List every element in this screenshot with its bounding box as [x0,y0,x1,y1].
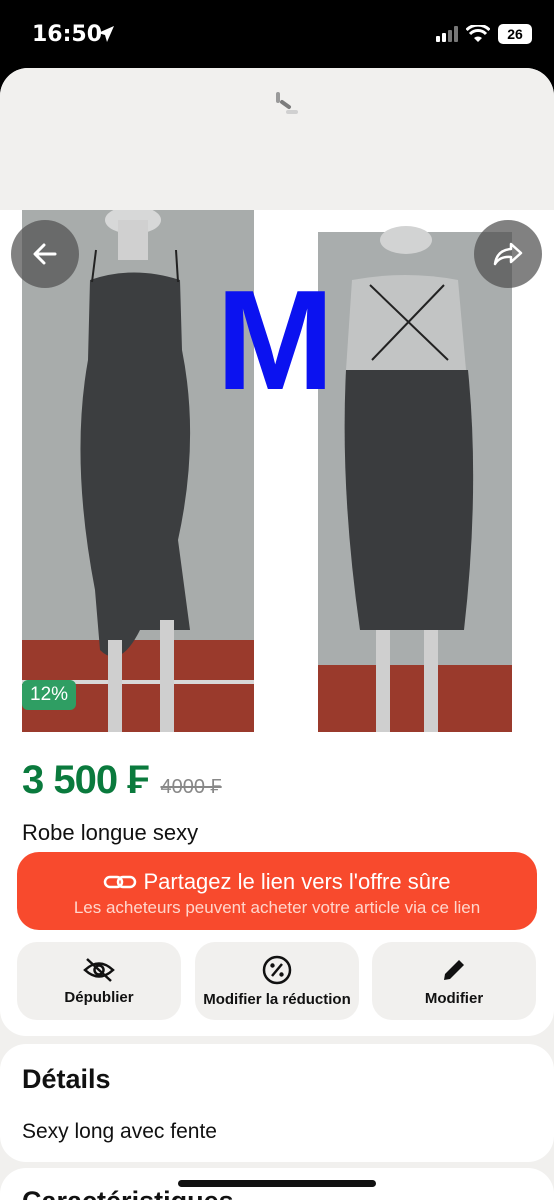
wifi-icon [466,25,490,42]
location-arrow-icon [98,26,114,42]
share-arrow-icon [493,242,523,266]
share-sublabel: Les acheteurs peuvent acheter votre arti… [73,898,481,917]
edit-label: Modifier [424,989,484,1007]
eye-off-icon [83,957,115,982]
battery-icon: 26 [498,24,532,44]
share-offer-button[interactable]: Partagez le lien vers l'offre sûre Les a… [17,852,537,930]
details-section: Détails Sexy long avec fente [0,1044,554,1162]
arrow-left-icon [33,243,57,265]
loading-spinner-icon [276,92,298,114]
status-indicators: 26 [436,24,532,44]
cellular-signal-icon [436,26,458,42]
price-row: 3 500 ₣ 4000 ₣ [22,758,222,803]
status-time: 16:50 [32,22,103,47]
current-price: 3 500 ₣ [22,758,149,802]
listing-title: Robe longue sexy [22,820,199,845]
old-price: 4000 ₣ [160,776,222,798]
characteristics-title: Caractéristiques [22,1186,234,1200]
size-overlay-text: M [216,261,335,420]
product-photo[interactable]: M 12% [0,210,554,732]
back-button[interactable] [11,220,79,288]
unpublish-label: Dépublier [64,988,134,1006]
share-label: Partagez le lien vers l'offre sûre [143,869,451,894]
home-indicator[interactable] [178,1180,376,1187]
details-title: Détails [22,1064,111,1094]
unpublish-button[interactable]: Dépublier [17,942,181,1020]
listing-sheet: M 12% 3 500 ₣ 4000 ₣ Robe longue sexy Pa… [0,68,554,1200]
edit-discount-button[interactable]: Modifier la réduction [195,942,359,1020]
edit-button[interactable]: Modifier [372,942,536,1020]
discount-badge: 12% [22,680,77,710]
edit-discount-label: Modifier la réduction [203,990,351,1008]
link-icon [104,875,137,889]
details-description: Sexy long avec fente [22,1120,217,1143]
sheet-header [0,68,554,210]
percent-icon [262,955,292,984]
share-icon-button[interactable] [474,220,542,288]
pencil-icon [444,959,464,980]
status-bar: 16:50 26 [0,0,554,68]
listing-card: M 12% 3 500 ₣ 4000 ₣ Robe longue sexy Pa… [0,210,554,1036]
